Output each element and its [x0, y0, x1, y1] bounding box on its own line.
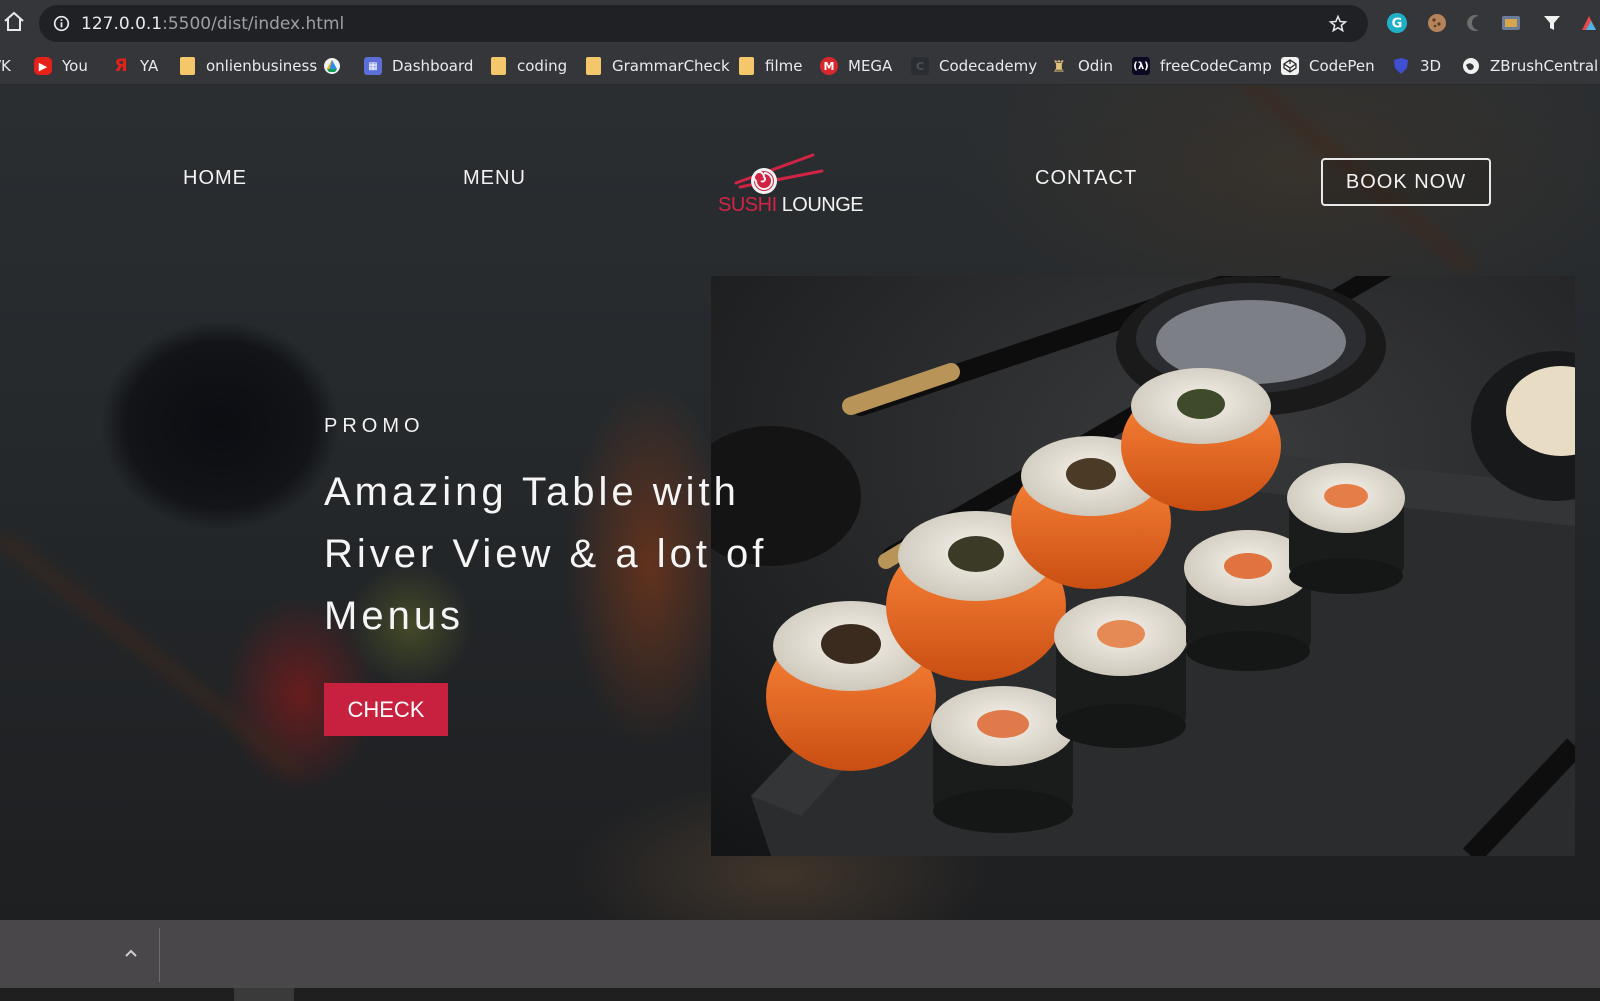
chevron-up-icon[interactable] [122, 944, 140, 962]
browser-toolbar: 127.0.0.1:5500/dist/index.html G [0, 0, 1600, 46]
bookmark-dashboard[interactable]: ▦ Dashboard [364, 55, 473, 77]
bookmark-odin[interactable]: ♜ Odin [1050, 55, 1113, 77]
bookmark-filme[interactable]: filme [737, 55, 802, 77]
grammarly-icon[interactable]: G [1386, 12, 1408, 34]
codecademy-icon: C [911, 57, 929, 75]
drive-icon [324, 58, 340, 74]
freecodecamp-icon: (λ) [1132, 57, 1150, 75]
codepen-icon [1281, 57, 1299, 75]
bookmark-label: YA [140, 57, 159, 75]
bookmark-zbrushcentral[interactable]: ZBrushCentral - Z [1462, 55, 1600, 77]
window-extension-icon[interactable] [1500, 12, 1522, 34]
downloads-bar [0, 920, 1600, 988]
taskbar-active-item[interactable] [234, 988, 294, 1001]
funnel-icon[interactable] [1541, 12, 1563, 34]
headline-line: Amazing Table with [324, 470, 740, 514]
bookmark-label: filme [765, 57, 803, 75]
url-path: :5500/dist/index.html [162, 14, 345, 34]
bookmark-freecodecamp[interactable]: (λ) freeCodeCamp [1132, 55, 1272, 77]
bookmark-vk[interactable]: /K [0, 55, 11, 77]
headline-line: Menus [324, 594, 465, 638]
bookmark-label: freeCodeCamp [1160, 57, 1272, 75]
shield-icon [1394, 58, 1408, 74]
home-icon[interactable] [2, 10, 26, 34]
bookmark-label: onlienbusiness [206, 57, 318, 75]
folder-icon [737, 57, 755, 75]
logo-wordmark: SUSHI LOUNGE [718, 194, 864, 217]
bookmark-3d[interactable]: 3D [1392, 55, 1441, 77]
colorful-extension-icon[interactable] [1578, 12, 1600, 34]
bookmark-label: MEGA [848, 57, 893, 75]
taskbar [0, 988, 1600, 1001]
nav-contact[interactable]: CONTACT [1035, 167, 1137, 190]
info-icon[interactable] [53, 15, 70, 32]
background-chopstick [0, 529, 306, 779]
hero-headline: Amazing Table with River View & a lot of… [324, 461, 844, 647]
url-host: 127.0.0.1 [81, 14, 163, 34]
book-now-button[interactable]: BOOK NOW [1321, 158, 1491, 206]
moon-icon[interactable] [1464, 12, 1486, 34]
headline-line: River View & a lot of [324, 532, 768, 576]
bookmarks-bar: /K ▶ You Я YA onlienbusiness ▦ Dashboard… [0, 46, 1600, 85]
address-bar[interactable]: 127.0.0.1:5500/dist/index.html [39, 5, 1368, 42]
url-text[interactable]: 127.0.0.1:5500/dist/index.html [81, 14, 344, 34]
bookmark-mega[interactable]: M MEGA [820, 55, 892, 77]
bookmark-label: GrammarCheck [612, 57, 730, 75]
bookmark-label: Codecademy [939, 57, 1038, 75]
bookmark-onlienbusiness[interactable]: onlienbusiness [178, 55, 317, 77]
bookmark-label: coding [517, 57, 568, 75]
bookmark-star-icon[interactable] [1328, 14, 1348, 34]
bookmark-label: ZBrushCentral - Z [1490, 57, 1600, 75]
bookmark-label: You [62, 57, 88, 75]
bookmark-grammarcheck[interactable]: GrammarCheck [584, 55, 730, 77]
bookmark-drive[interactable] [323, 55, 341, 77]
globe-icon [1463, 58, 1479, 74]
logo-word-lounge: LOUNGE [781, 194, 864, 216]
mega-icon: M [820, 57, 838, 75]
nav-menu[interactable]: MENU [463, 167, 526, 190]
logo-word-sushi: SUSHI [718, 194, 777, 216]
check-button[interactable]: CHECK [324, 683, 448, 736]
bookmark-youtube[interactable]: ▶ You [34, 55, 88, 77]
bookmark-codepen[interactable]: CodePen [1281, 55, 1375, 77]
bookmark-label: 3D [1420, 57, 1442, 75]
bookmark-label: CodePen [1309, 57, 1375, 75]
nav-home[interactable]: HOME [183, 167, 247, 190]
bookmark-label: Dashboard [392, 57, 474, 75]
folder-icon [489, 57, 507, 75]
svg-text:G: G [1392, 17, 1403, 32]
divider [159, 928, 160, 982]
bookmark-label: /K [0, 57, 11, 75]
bookmark-yandex[interactable]: Я YA [112, 55, 158, 77]
odin-icon: ♜ [1051, 56, 1067, 76]
youtube-icon: ▶ [34, 57, 52, 75]
folder-icon [178, 57, 196, 75]
yandex-icon: Я [114, 56, 128, 76]
bookmark-coding[interactable]: coding [489, 55, 567, 77]
folder-icon [584, 57, 602, 75]
cookie-icon[interactable] [1426, 12, 1448, 34]
dashboard-icon: ▦ [364, 57, 382, 75]
promo-label: PROMO [324, 415, 425, 437]
page-viewport: HOME MENU SUSHI LOUNGE CONTACT BOOK NOW [0, 85, 1600, 920]
bookmark-codecademy[interactable]: C Codecademy [911, 55, 1037, 77]
bookmark-label: Odin [1078, 57, 1114, 75]
